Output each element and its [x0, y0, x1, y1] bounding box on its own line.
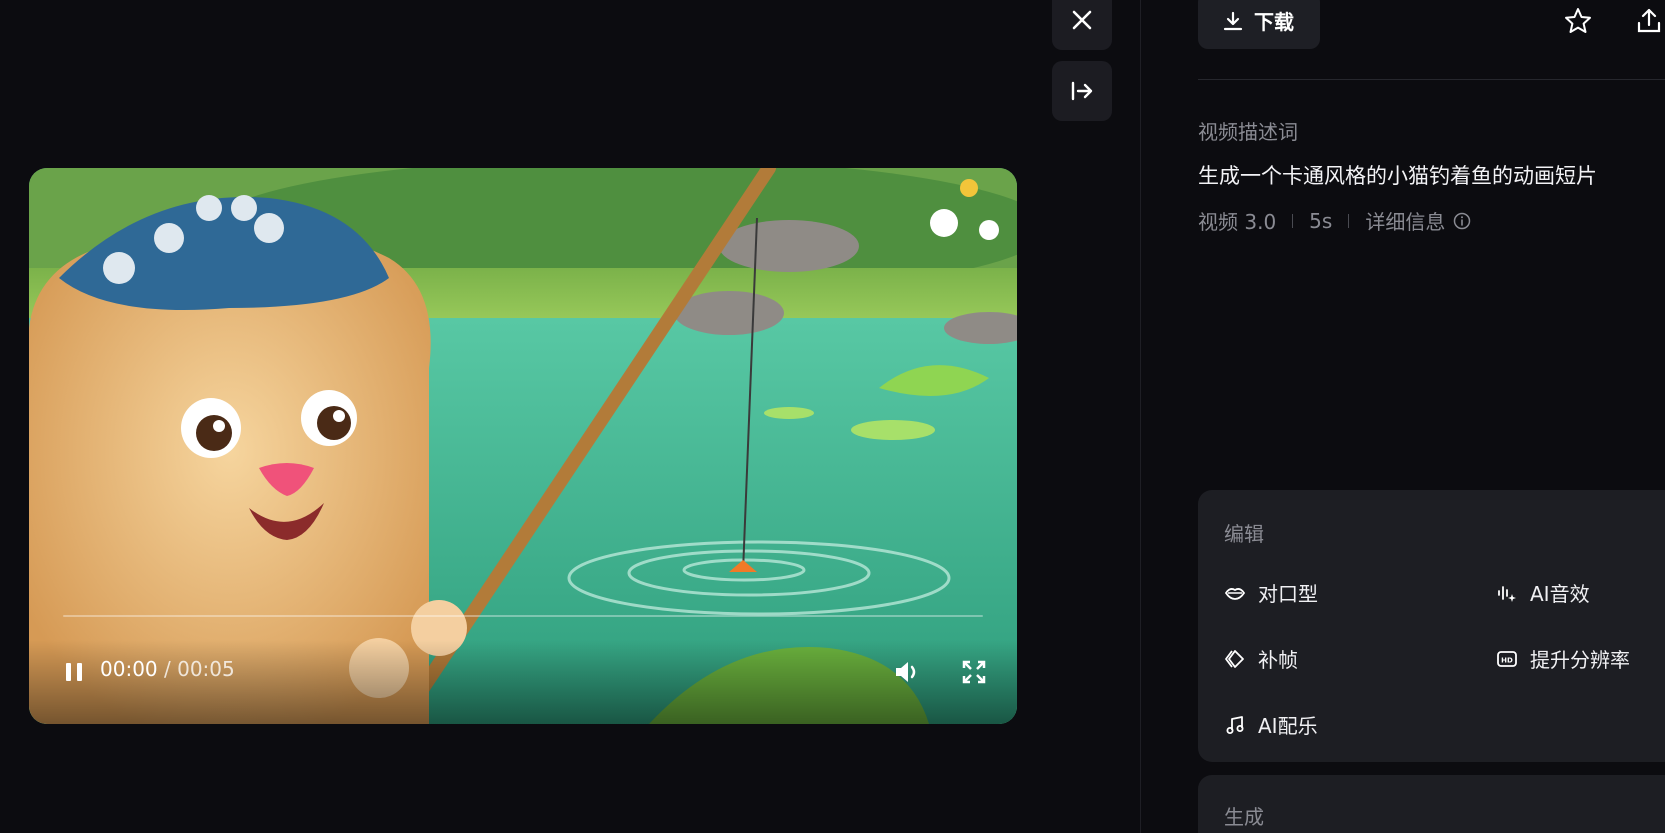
frame-interpolation-tool[interactable]: 补帧 [1224, 644, 1298, 673]
download-icon [1223, 11, 1243, 30]
tool-label: AI音效 [1530, 582, 1590, 606]
edit-card: 编辑 对口型 AI音效 补帧 HD 提升分辨率 AI配乐 [1198, 490, 1665, 762]
tool-label: 补帧 [1258, 648, 1298, 672]
ai-music-tool[interactable]: AI配乐 [1224, 710, 1318, 739]
music-note-icon [1226, 715, 1244, 734]
fullscreen-button[interactable] [958, 656, 990, 688]
desc-label: 视频描述词 [1198, 120, 1298, 144]
close-button[interactable] [1052, 0, 1112, 50]
lip-sync-tool[interactable]: 对口型 [1224, 578, 1318, 607]
video-progress-bar[interactable] [63, 615, 983, 617]
video-time: 00:00 / 00:05 [100, 657, 235, 681]
details-pane: 下载 视频描述词 生成一个卡通风格的小猫钓着鱼的动画短片 视频 3.0 5s 详… [1141, 0, 1665, 833]
pause-icon [66, 663, 82, 681]
meta-separator [1348, 213, 1350, 228]
video-duration: / 00:05 [164, 657, 235, 681]
edit-title: 编辑 [1224, 522, 1264, 546]
model-version: 视频 3.0 [1198, 210, 1277, 234]
favorite-button[interactable] [1563, 6, 1593, 36]
fullscreen-icon [962, 660, 986, 684]
lips-icon [1224, 587, 1246, 600]
download-label: 下载 [1254, 10, 1294, 34]
tool-label: AI配乐 [1258, 714, 1318, 738]
video-controls-overlay [29, 640, 1017, 724]
hd-icon: HD [1497, 650, 1517, 667]
upscale-tool[interactable]: HD 提升分辨率 [1496, 644, 1630, 673]
svg-text:HD: HD [1501, 656, 1513, 664]
share-button[interactable] [1634, 6, 1664, 36]
sound-effect-icon [1498, 585, 1516, 602]
info-icon[interactable] [1453, 212, 1471, 230]
tool-label: 提升分辨率 [1530, 648, 1630, 672]
current-time: 00:00 [100, 657, 158, 681]
frame-interp-icon [1225, 649, 1244, 668]
generate-title: 生成 [1224, 805, 1264, 829]
video-player[interactable]: 00:00 / 00:05 [29, 168, 1017, 724]
star-icon [1565, 8, 1591, 33]
volume-icon [896, 662, 916, 682]
prompt-text: 生成一个卡通风格的小猫钓着鱼的动画短片 [1198, 164, 1597, 188]
details-link[interactable]: 详细信息 [1365, 206, 1445, 235]
header-divider [1198, 79, 1665, 80]
arrow-to-right-icon [1071, 81, 1093, 101]
share-icon [1637, 8, 1661, 33]
pause-button[interactable] [61, 659, 87, 685]
tool-label: 对口型 [1258, 582, 1318, 606]
video-meta: 视频 3.0 5s 详细信息 [1198, 206, 1471, 235]
close-icon [1072, 10, 1092, 30]
download-button[interactable]: 下载 [1198, 0, 1320, 49]
collapse-panel-button[interactable] [1052, 61, 1112, 121]
ai-sound-effect-tool[interactable]: AI音效 [1496, 578, 1590, 607]
volume-button[interactable] [891, 656, 923, 688]
preview-pane: 00:00 / 00:05 [0, 0, 1140, 833]
video-length: 5s [1309, 208, 1333, 233]
generate-card: 生成 [1198, 775, 1665, 833]
meta-separator [1292, 213, 1294, 228]
